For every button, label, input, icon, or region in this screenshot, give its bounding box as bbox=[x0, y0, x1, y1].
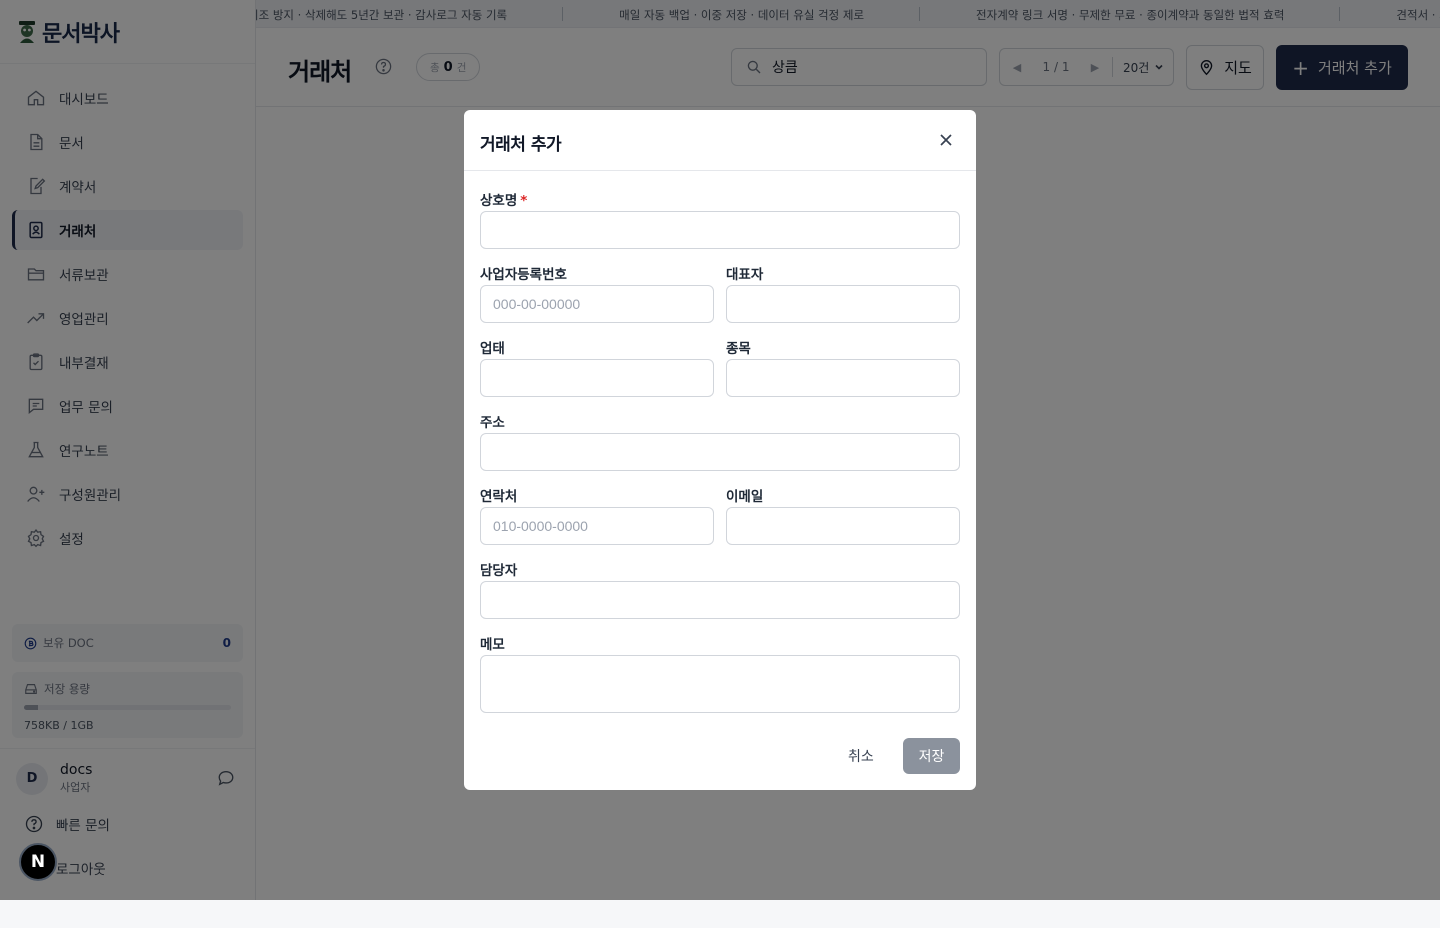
memo-label: 메모 bbox=[480, 637, 505, 653]
business-item-label: 종목 bbox=[726, 341, 751, 357]
company-name-input[interactable] bbox=[480, 211, 960, 249]
ceo-label: 대표자 bbox=[726, 267, 764, 283]
close-icon[interactable] bbox=[936, 130, 956, 150]
business-number-input[interactable] bbox=[480, 285, 714, 323]
phone-input[interactable] bbox=[480, 507, 714, 545]
nextjs-dev-badge[interactable]: N bbox=[19, 843, 57, 881]
dialog-title: 거래처 추가 bbox=[480, 135, 562, 155]
business-type-label: 업태 bbox=[480, 341, 505, 357]
memo-textarea[interactable] bbox=[480, 655, 960, 713]
add-client-dialog: 거래처 추가 상호명* 사업자등록번호 대표자 업태 종목 주소 연락처 이메일… bbox=[464, 110, 976, 790]
address-input[interactable] bbox=[480, 433, 960, 471]
required-mark: * bbox=[520, 193, 528, 209]
company-name-label: 상호명 * bbox=[480, 193, 528, 209]
manager-input[interactable] bbox=[480, 581, 960, 619]
dialog-header: 거래처 추가 bbox=[464, 110, 976, 171]
email-input[interactable] bbox=[726, 507, 960, 545]
save-button[interactable]: 저장 bbox=[903, 738, 960, 774]
phone-label: 연락처 bbox=[480, 489, 518, 505]
email-label: 이메일 bbox=[726, 489, 764, 505]
manager-label: 담당자 bbox=[480, 563, 518, 579]
ceo-input[interactable] bbox=[726, 285, 960, 323]
business-type-input[interactable] bbox=[480, 359, 714, 397]
cancel-button[interactable]: 취소 bbox=[848, 746, 874, 766]
address-label: 주소 bbox=[480, 415, 505, 431]
business-item-input[interactable] bbox=[726, 359, 960, 397]
business-number-label: 사업자등록번호 bbox=[480, 267, 567, 283]
